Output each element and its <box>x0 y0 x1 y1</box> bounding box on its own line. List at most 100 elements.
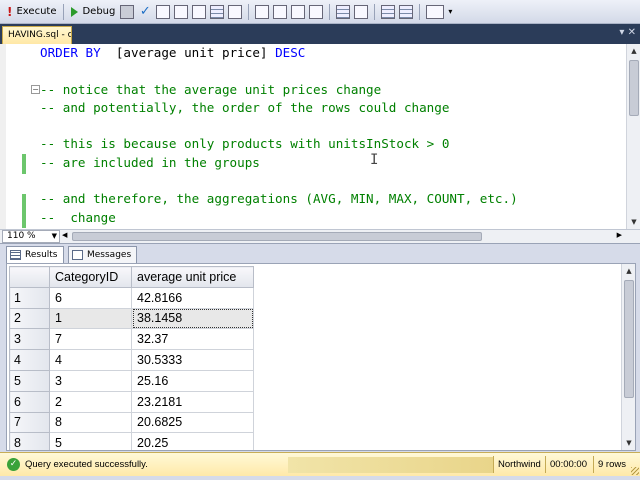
code-line[interactable] <box>40 172 518 190</box>
row-number[interactable]: 6 <box>9 390 50 413</box>
average-unit-price-cell[interactable]: 23.2181 <box>131 390 254 413</box>
results-to-text-icon[interactable] <box>174 4 189 19</box>
results-scroll-thumb[interactable] <box>624 280 634 398</box>
sql-identifier: [average unit price] <box>100 45 276 60</box>
categoryid-cell[interactable]: 6 <box>49 286 132 309</box>
tab-messages[interactable]: Messages <box>68 246 138 263</box>
tab-label: HAVING.sql - c <box>8 30 72 40</box>
horizontal-scroll-thumb[interactable] <box>72 232 482 241</box>
column-header-categoryid[interactable]: CategoryID <box>49 266 132 288</box>
categoryid-cell[interactable]: 3 <box>49 369 132 392</box>
collapse-icon[interactable]: − <box>31 85 40 94</box>
grid-icon[interactable] <box>291 4 306 19</box>
query-options-icon[interactable] <box>192 4 207 19</box>
sql-keyword: ORDER BY <box>40 45 101 60</box>
scroll-right-icon[interactable]: ▶ <box>617 231 622 239</box>
zoom-value: 110 % <box>7 231 36 241</box>
status-spacer <box>288 457 493 473</box>
scroll-left-icon[interactable]: ◀ <box>62 231 67 239</box>
decrease-indent-icon[interactable] <box>381 4 396 19</box>
close-icon[interactable]: ▾ ✕ <box>619 27 636 38</box>
row-number[interactable]: 2 <box>9 307 50 330</box>
column-header-average-unit-price[interactable]: average unit price <box>131 266 254 288</box>
debug-button[interactable]: Debug <box>68 3 118 21</box>
code-line[interactable]: -- this is because only products with un… <box>40 135 518 153</box>
code-line[interactable] <box>40 62 518 80</box>
results-vertical-scrollbar[interactable]: ▲ ▼ <box>621 264 635 450</box>
table-row[interactable]: 4 4 30.5333 <box>9 349 254 371</box>
categoryid-cell[interactable]: 7 <box>49 328 132 351</box>
check-icon[interactable]: ✓ <box>138 4 152 19</box>
code-line[interactable]: -- change <box>40 209 518 227</box>
row-number[interactable]: 8 <box>9 432 50 450</box>
categoryid-cell[interactable]: 2 <box>49 390 132 413</box>
average-unit-price-cell[interactable]: 32.37 <box>131 328 254 351</box>
categoryid-cell[interactable]: 1 <box>49 307 132 330</box>
average-unit-price-cell[interactable]: 20.6825 <box>131 411 254 434</box>
toolbar-separator <box>374 3 376 20</box>
editor-horizontal-scrollbar[interactable]: ◀ ▶ <box>62 231 622 242</box>
sql-editor[interactable]: − ORDER BY [average unit price] DESC -- n… <box>0 44 640 229</box>
parse-icon[interactable] <box>156 4 171 19</box>
categoryid-cell[interactable]: 4 <box>49 349 132 371</box>
average-unit-price-cell[interactable]: 42.8166 <box>131 286 254 309</box>
change-marker <box>22 194 26 228</box>
results-to-file-icon[interactable] <box>228 4 243 19</box>
row-number[interactable]: 5 <box>9 369 50 392</box>
code-line[interactable] <box>40 117 518 135</box>
execute-button[interactable]: ! Execute <box>4 3 59 21</box>
tab-results[interactable]: Results <box>6 246 64 263</box>
client-stats-icon[interactable] <box>273 4 288 19</box>
table-row[interactable]: 3 7 32.37 <box>9 328 254 351</box>
row-number[interactable]: 3 <box>9 328 50 351</box>
table-row[interactable]: 7 8 20.6825 <box>9 411 254 434</box>
comment-icon[interactable] <box>336 4 351 19</box>
table-row[interactable]: 8 5 20.25 <box>9 432 254 450</box>
sql-comment: -- this is because only products with un… <box>40 136 450 152</box>
increase-indent-icon[interactable] <box>399 4 414 19</box>
editor-scroll-thumb[interactable] <box>629 60 639 116</box>
document-tab-strip: HAVING.sql - c ▾ ✕ <box>0 24 640 44</box>
sql-comment: -- and therefore, the aggregations (AVG,… <box>40 191 518 207</box>
table-row[interactable]: 6 2 23.2181 <box>9 390 254 413</box>
average-unit-price-cell[interactable]: 25.16 <box>131 369 254 392</box>
tab-having-sql[interactable]: HAVING.sql - c <box>2 26 72 44</box>
scroll-down-icon[interactable]: ▼ <box>629 217 639 227</box>
row-number[interactable]: 4 <box>9 349 50 371</box>
toolbar-separator <box>248 3 250 20</box>
code-text[interactable]: ORDER BY [average unit price] DESC -- not… <box>40 44 518 227</box>
editor-vertical-scrollbar[interactable]: ▲ ▼ <box>626 44 640 229</box>
row-number[interactable]: 7 <box>9 411 50 434</box>
categoryid-cell[interactable]: 8 <box>49 411 132 434</box>
scroll-up-icon[interactable]: ▲ <box>629 46 639 56</box>
categoryid-cell[interactable]: 5 <box>49 432 132 450</box>
include-plan-icon[interactable] <box>255 4 270 19</box>
table-row[interactable]: 5 3 25.16 <box>9 369 254 392</box>
stop-icon[interactable] <box>120 4 135 19</box>
average-unit-price-cell[interactable]: 38.1458 <box>131 307 254 330</box>
zoom-dropdown[interactable]: 110 % ▼ <box>2 230 60 243</box>
code-line[interactable]: ORDER BY [average unit price] DESC <box>40 44 518 62</box>
scroll-down-icon[interactable]: ▼ <box>624 438 634 448</box>
status-message: Query executed successfully. <box>25 459 148 470</box>
row-header-corner[interactable] <box>9 266 50 288</box>
results-grid[interactable]: CategoryID average unit price 1 6 42.8166 2… <box>6 263 636 451</box>
table-row[interactable]: 2 1 38.1458 <box>9 307 254 330</box>
table-row[interactable]: 1 6 42.8166 <box>9 286 254 309</box>
code-line[interactable]: -- and therefore, the aggregations (AVG,… <box>40 190 518 208</box>
average-unit-price-cell[interactable]: 30.5333 <box>131 349 254 371</box>
code-line[interactable]: -- are included in the groups <box>40 154 518 172</box>
overflow-chevron-icon[interactable]: ▾ <box>448 5 462 19</box>
code-line[interactable]: -- and potentially, the order of the row… <box>40 99 518 117</box>
status-database: Northwind <box>498 459 541 470</box>
results-to-grid-icon[interactable] <box>210 4 225 19</box>
code-line[interactable]: -- notice that the average unit prices c… <box>40 81 518 99</box>
uncomment-icon[interactable] <box>354 4 369 19</box>
specify-values-icon[interactable] <box>426 4 445 19</box>
text-icon[interactable] <box>309 4 324 19</box>
row-number[interactable]: 1 <box>9 286 50 309</box>
average-unit-price-cell[interactable]: 20.25 <box>131 432 254 450</box>
debug-label: Debug <box>82 6 116 17</box>
scroll-up-icon[interactable]: ▲ <box>624 266 634 276</box>
resize-gripper-icon[interactable] <box>631 467 639 475</box>
